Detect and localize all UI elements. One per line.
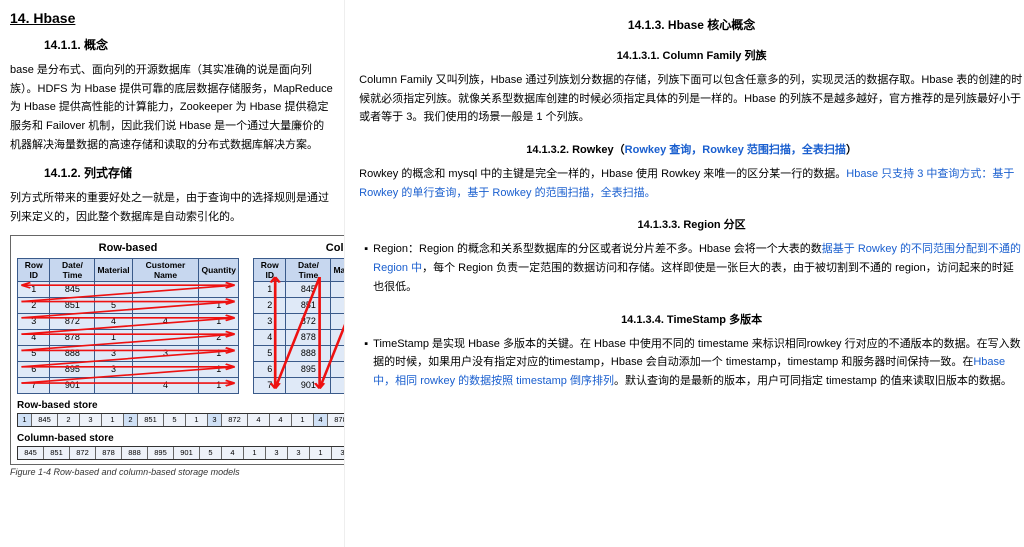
table-column-based: Row IDDate/ TimeMaterialCustomer NameQua… (253, 258, 344, 394)
fig-column-based-label: Column-based (253, 242, 344, 254)
row-store-tape: 18452312851513872441487812... (17, 413, 344, 427)
bullet-region: ▪ Region：Region 的概念和关系型数据库的分区或者说分片差不多。Hb… (359, 240, 1024, 296)
table-row-based: Row IDDate/ TimeMaterialCustomer NameQua… (17, 258, 239, 394)
col-store-tape: 8458518728788888959015413313441112... (17, 446, 344, 460)
heading-14-1-3-4: 14.1.3.4. TimeStamp 多版本 (359, 311, 1024, 327)
heading-14-1-1: 14.1.1. 概念 (44, 36, 334, 53)
heading-14-1-3-1: 14.1.3.1. Column Family 列族 (359, 47, 1024, 63)
figure-caption: Figure 1-4 Row-based and column-based st… (10, 467, 334, 477)
heading-14-1-2: 14.1.2. 列式存储 (44, 164, 334, 181)
para-rowkey: Rowkey 的概念和 mysql 中的主键是完全一样的，Hbase 使用 Ro… (359, 165, 1024, 202)
para-column-family: Column Family 又叫列族，Hbase 通过列族划分数据的存储，列族下… (359, 71, 1024, 127)
heading-14-1-3: 14.1.3. Hbase 核心概念 (359, 16, 1024, 33)
figure-storage-models: Row-based Row IDDate/ TimeMaterialCustom… (10, 235, 334, 477)
para-column-store: 列方式所带来的重要好处之一就是，由于查询中的选择规则是通过列来定义的，因此整个数… (10, 189, 334, 226)
heading-14: 14. Hbase (10, 10, 334, 26)
document-spread: 14. Hbase 14.1.1. 概念 base 是分布式、面向列的开源数据库… (0, 0, 1024, 547)
page-right: 14.1.3. Hbase 核心概念 14.1.3.1. Column Fami… (344, 0, 1024, 547)
para-concept: base 是分布式、面向列的开源数据库（其实准确的说是面向列族）。HDFS 为 … (10, 61, 334, 154)
row-store-label: Row-based store (17, 400, 344, 411)
heading-14-1-3-2: 14.1.3.2. Rowkey（Rowkey 查询，Rowkey 范围扫描，全… (359, 141, 1024, 157)
heading-14-1-3-3: 14.1.3.3. Region 分区 (359, 216, 1024, 232)
page-left: 14. Hbase 14.1.1. 概念 base 是分布式、面向列的开源数据库… (0, 0, 344, 547)
fig-row-based-label: Row-based (17, 242, 239, 254)
bullet-timestamp: ▪ TimeStamp 是实现 Hbase 多版本的关键。在 Hbase 中使用… (359, 335, 1024, 391)
col-store-label: Column-based store (17, 433, 344, 444)
